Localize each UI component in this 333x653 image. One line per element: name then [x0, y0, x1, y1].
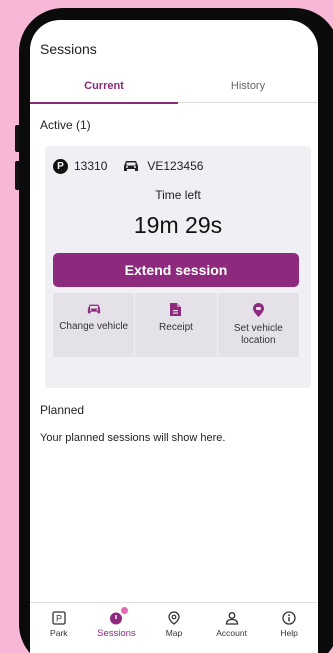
time-left-label: Time left [155, 188, 201, 202]
nav-map[interactable]: Map [145, 603, 203, 653]
active-section-title: Active (1) [40, 118, 91, 132]
active-session-card: P 13310 VE123456 Time left 19m 29s Exten… [45, 146, 311, 388]
nav-help-label: Help [280, 628, 298, 638]
session-tabs: Current History [30, 76, 318, 104]
map-icon [168, 611, 180, 625]
nav-account-label: Account [216, 628, 247, 638]
planned-empty-message: Your planned sessions will show here. [40, 432, 226, 444]
account-icon [225, 612, 238, 625]
planned-section-title: Planned [40, 403, 85, 417]
nav-sessions[interactable]: Sessions [88, 603, 146, 653]
app-screen: Sessions Current History Active (1) P 13… [30, 20, 318, 653]
change-vehicle-label: Change vehicle [59, 321, 129, 332]
nav-account[interactable]: Account [203, 603, 261, 653]
receipt-button[interactable]: Receipt [135, 293, 218, 357]
parking-zone-icon: P [53, 158, 68, 174]
park-icon-glyph: P [56, 614, 62, 624]
set-vehicle-location-label: Set vehicle location [233, 323, 283, 346]
zone-number: 13310 [74, 159, 108, 173]
car-icon [124, 161, 139, 171]
extend-session-button[interactable]: Extend session [53, 253, 299, 287]
nav-sessions-label: Sessions [97, 628, 136, 639]
nav-help[interactable]: Help [260, 603, 318, 653]
nav-map-label: Map [165, 628, 183, 638]
vehicle-plate: VE123456 [147, 159, 204, 173]
help-icon [282, 611, 296, 625]
set-vehicle-location-button[interactable]: Set vehicle location [218, 293, 299, 357]
receipt-label: Receipt [159, 322, 193, 333]
session-actions: Change vehicle Receipt Set vehicle locat… [53, 293, 299, 357]
session-identifiers: P 13310 VE123456 [53, 158, 203, 174]
tab-history[interactable]: History [178, 76, 318, 103]
nav-park-label: Park [50, 628, 68, 638]
time-left-value: 19m 29s [133, 212, 223, 238]
notification-dot [120, 607, 128, 614]
change-vehicle-button[interactable]: Change vehicle [53, 293, 136, 357]
receipt-icon [170, 303, 182, 316]
car-icon [87, 304, 100, 314]
park-icon: P [52, 611, 66, 625]
nav-park[interactable]: P Park [30, 603, 88, 653]
bottom-navigation: P Park Sessions Map Account Help [30, 602, 318, 653]
location-pin-icon [252, 303, 264, 317]
page-title: Sessions [40, 41, 97, 57]
tab-current[interactable]: Current [30, 76, 178, 104]
